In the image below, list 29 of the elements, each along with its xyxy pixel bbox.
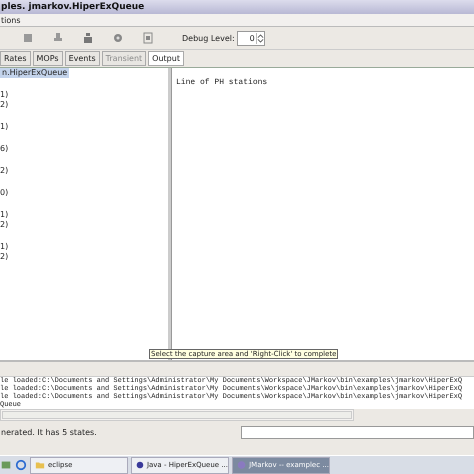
tree-item[interactable]: 1) [0, 242, 168, 252]
debug-level-label: Debug Level: [182, 34, 235, 42]
tree-item[interactable]: 1) [0, 122, 168, 132]
desktop-icon[interactable] [0, 459, 12, 471]
tree-item[interactable]: 2) [0, 100, 168, 110]
stop-icon[interactable] [22, 32, 34, 44]
tab[interactable]: MOPs [32, 51, 63, 66]
gear-icon[interactable] [112, 32, 124, 44]
folder-icon [35, 460, 45, 470]
circle-icon [136, 460, 144, 470]
tree-item[interactable]: 2) [0, 166, 168, 176]
menu-item[interactable]: tions [0, 16, 22, 24]
window-title: ples. jmarkov.HiperExQueue [0, 0, 474, 14]
debug-level-spinner[interactable]: 0 [236, 30, 265, 46]
tree-item[interactable]: 6) [0, 144, 168, 154]
tab[interactable]: Rates [0, 51, 31, 66]
tree-item[interactable]: 2) [0, 252, 168, 262]
grid-icon[interactable] [142, 32, 154, 44]
stamp-icon[interactable] [52, 32, 64, 44]
tree-item[interactable]: 1) [0, 90, 168, 100]
tree-item[interactable]: 0) [0, 188, 168, 198]
tree-item[interactable]: n.HiperExQueue [0, 68, 70, 78]
app-icon [237, 460, 246, 470]
tab[interactable]: Events [64, 51, 100, 66]
tree-item[interactable]: 2) [0, 220, 168, 230]
status-text: nerated. It has 5 states. [1, 428, 98, 436]
output-text: Line of PH stations [176, 78, 268, 87]
tree-item[interactable]: 1) [0, 210, 168, 220]
tab[interactable]: Output [148, 51, 184, 66]
